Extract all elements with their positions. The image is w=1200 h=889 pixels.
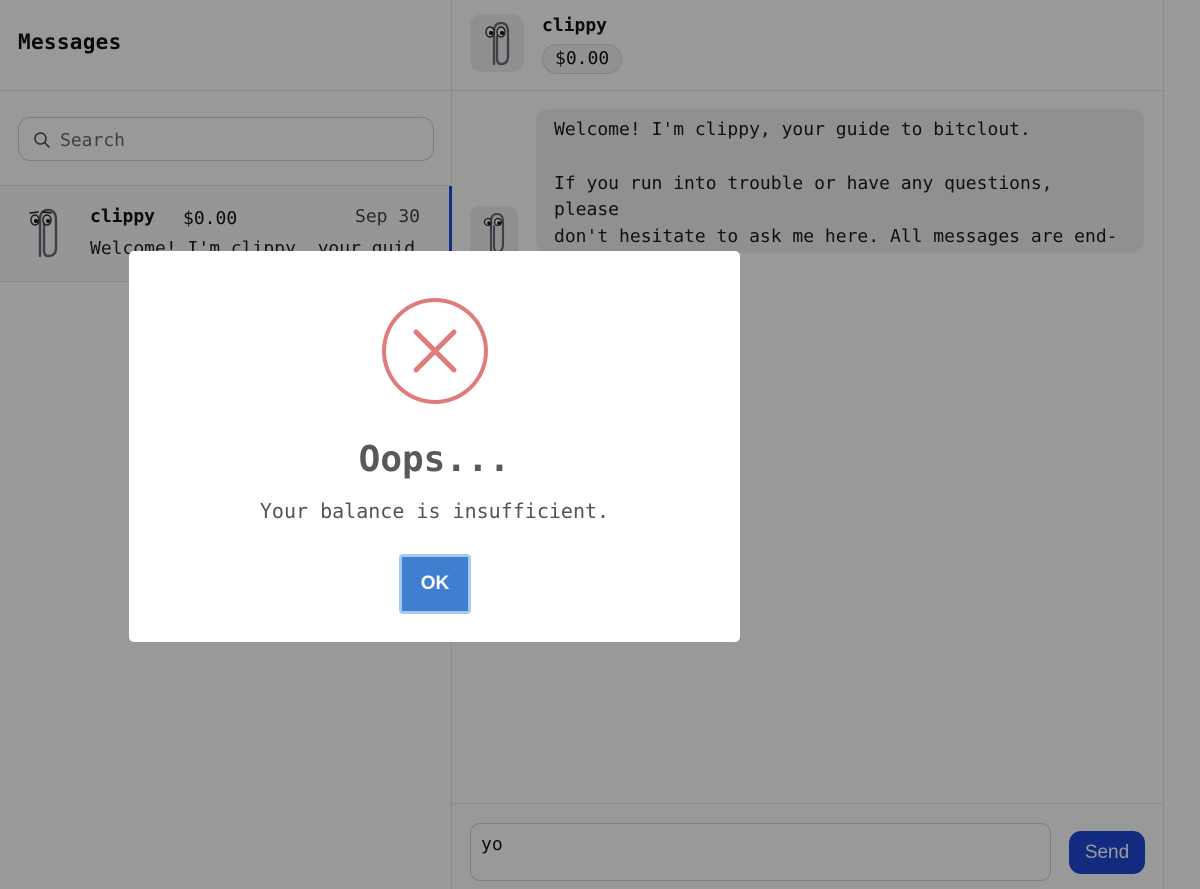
ok-button[interactable]: OK xyxy=(399,554,471,614)
dialog-title: Oops... xyxy=(358,439,511,480)
dialog-message: Your balance is insufficient. xyxy=(259,499,610,523)
error-dialog: Oops... Your balance is insufficient. OK xyxy=(129,251,740,642)
messages-app: Messages clippy $0.00 Sep 30 Welcome! I' xyxy=(0,0,1200,889)
error-x-icon xyxy=(382,298,488,404)
